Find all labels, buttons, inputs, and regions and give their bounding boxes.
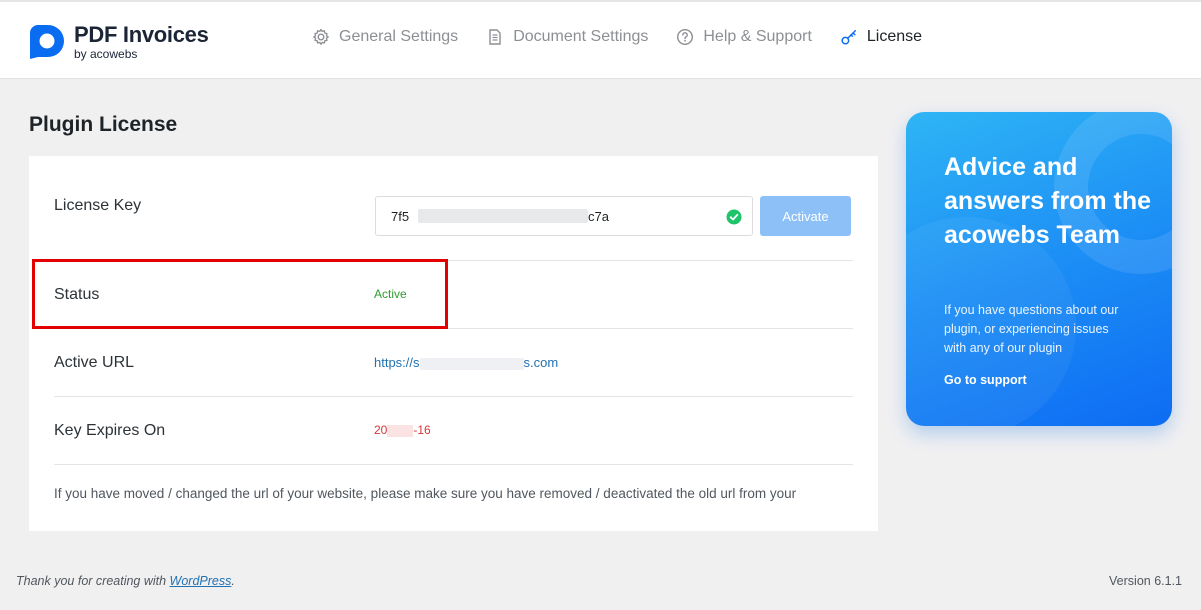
wordpress-link[interactable]: WordPress	[170, 574, 232, 588]
gear-icon	[312, 28, 330, 46]
status-highlight-box	[32, 259, 448, 329]
tab-general-settings[interactable]: General Settings	[312, 28, 458, 46]
top-header: PDF Invoices by acowebs General Settings…	[0, 0, 1201, 79]
active-url-row: Active URL https://s s.com	[54, 329, 853, 397]
brand-subtitle: by acowebs	[74, 47, 138, 61]
key-expires-row: Key Expires On 20 -16	[54, 397, 853, 465]
license-card: License Key 7f5 c7a Activate Status Acti…	[29, 156, 878, 531]
license-key-row: License Key 7f5 c7a Activate	[54, 156, 853, 261]
key-expires-value: 20 -16	[374, 423, 431, 437]
tab-help-support[interactable]: Help & Support	[676, 28, 812, 46]
active-url-redaction	[419, 357, 524, 370]
key-expires-label: Key Expires On	[54, 422, 166, 439]
license-key-label: License Key	[54, 197, 142, 214]
question-circle-icon	[676, 28, 694, 46]
license-key-redaction	[418, 209, 588, 223]
tab-label: Help & Support	[703, 28, 812, 45]
go-to-support-link[interactable]: Go to support	[944, 373, 1027, 387]
active-url-value[interactable]: https://s s.com	[374, 355, 558, 370]
active-url-start: https://s	[374, 355, 420, 370]
active-url-end: s.com	[523, 355, 559, 370]
active-url-label: Active URL	[54, 354, 135, 371]
activate-button[interactable]: Activate	[760, 196, 851, 236]
main-nav: General Settings Document Settings Help …	[312, 28, 950, 46]
brand-title: PDF Invoices	[74, 22, 209, 47]
pdf-invoices-logo-icon	[30, 25, 64, 59]
footer-thanks-suffix: .	[231, 574, 235, 588]
support-title: Advice and answers from the acowebs Team	[944, 153, 1152, 249]
support-card: Advice and answers from the acowebs Team…	[906, 112, 1172, 426]
footer-version: Version 6.1.1	[1109, 574, 1182, 588]
key-expires-end: -16	[413, 423, 431, 437]
key-expires-redaction	[387, 424, 414, 437]
page: PDF Invoices by acowebs General Settings…	[0, 0, 1201, 610]
tab-label: License	[866, 28, 923, 45]
key-icon	[840, 28, 858, 46]
support-description: If you have questions about our plugin, …	[944, 303, 1119, 355]
key-expires-start: 20	[374, 423, 388, 437]
document-icon	[486, 28, 504, 46]
tab-label: General Settings	[339, 28, 459, 45]
page-title: Plugin License	[29, 113, 178, 136]
tab-label: Document Settings	[513, 28, 649, 45]
brand-logo[interactable]: PDF Invoices by acowebs	[28, 23, 209, 61]
footer-thanks: Thank you for creating with WordPress.	[16, 574, 235, 588]
license-note: If you have moved / changed the url of y…	[54, 486, 797, 501]
license-key-input[interactable]: 7f5 c7a	[375, 196, 753, 236]
tab-document-settings[interactable]: Document Settings	[486, 28, 648, 46]
footer-thanks-prefix: Thank you for creating with	[16, 574, 170, 588]
license-key-value-start: 7f5	[391, 208, 410, 224]
check-circle-icon	[726, 209, 742, 225]
tab-license[interactable]: License	[840, 28, 922, 46]
license-key-value-end: c7a	[588, 209, 609, 224]
